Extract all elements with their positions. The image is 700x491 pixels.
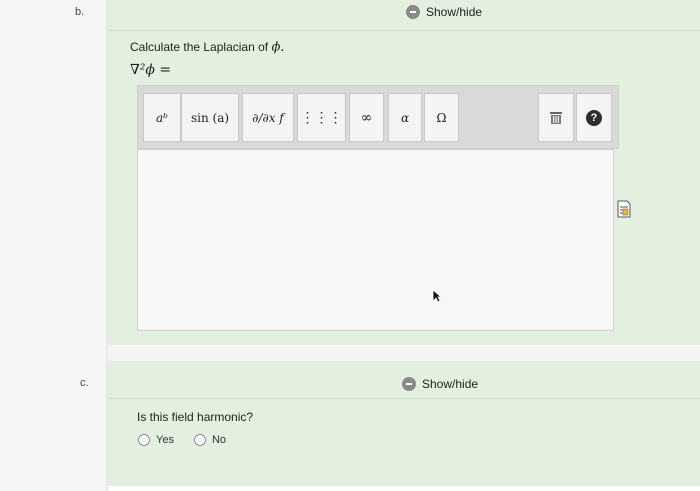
question-b: Calculate the Laplacian of ϕ.: [130, 40, 284, 55]
partial-derivative-button[interactable]: ∂/∂x f: [242, 93, 294, 142]
bottom-strip: [108, 486, 700, 491]
part-c-label: c.: [80, 377, 89, 389]
show-hide-label: Show/hide: [422, 377, 479, 391]
no-radio[interactable]: [193, 434, 206, 446]
harmonic-options: Yes No: [138, 434, 226, 446]
phi-symbol: ϕ.: [271, 40, 285, 55]
show-hide-toggle-c[interactable]: Show/hide: [402, 377, 478, 391]
yes-label: Yes: [156, 434, 174, 446]
no-label: No: [211, 434, 227, 446]
question-b-text: Calculate the Laplacian of: [130, 40, 269, 54]
label-column: b. c.: [0, 0, 107, 491]
collapse-icon: [402, 377, 416, 391]
show-hide-label: Show/hide: [426, 5, 483, 19]
document-icon[interactable]: [616, 200, 632, 218]
alpha-button[interactable]: α: [388, 93, 422, 142]
trash-button[interactable]: [538, 93, 574, 142]
math-toolbar: aᵇ sin (a) ∂/∂x f ⋮⋮⋮ ∞ α Ω ?: [137, 85, 619, 149]
help-button[interactable]: ?: [576, 93, 612, 142]
yes-radio[interactable]: [138, 434, 150, 446]
cursor-icon: [432, 289, 442, 303]
answer-prefix: ∇²ϕ =: [130, 62, 172, 78]
help-icon: ?: [586, 109, 602, 126]
omega-button[interactable]: Ω: [424, 93, 459, 142]
panel-divider: [108, 30, 700, 31]
infinity-button[interactable]: ∞: [349, 93, 384, 142]
trash-icon: [550, 111, 562, 124]
collapse-icon: [406, 5, 420, 19]
power-button[interactable]: aᵇ: [143, 93, 181, 142]
sin-button[interactable]: sin (a): [181, 93, 239, 142]
question-c-text: Is this field harmonic?: [137, 410, 254, 424]
panel-divider: [108, 398, 700, 399]
matrix-button[interactable]: ⋮⋮⋮: [297, 93, 346, 142]
math-input-area[interactable]: [137, 149, 614, 331]
show-hide-toggle-b[interactable]: Show/hide: [406, 5, 482, 19]
part-b-label: b.: [75, 6, 85, 18]
